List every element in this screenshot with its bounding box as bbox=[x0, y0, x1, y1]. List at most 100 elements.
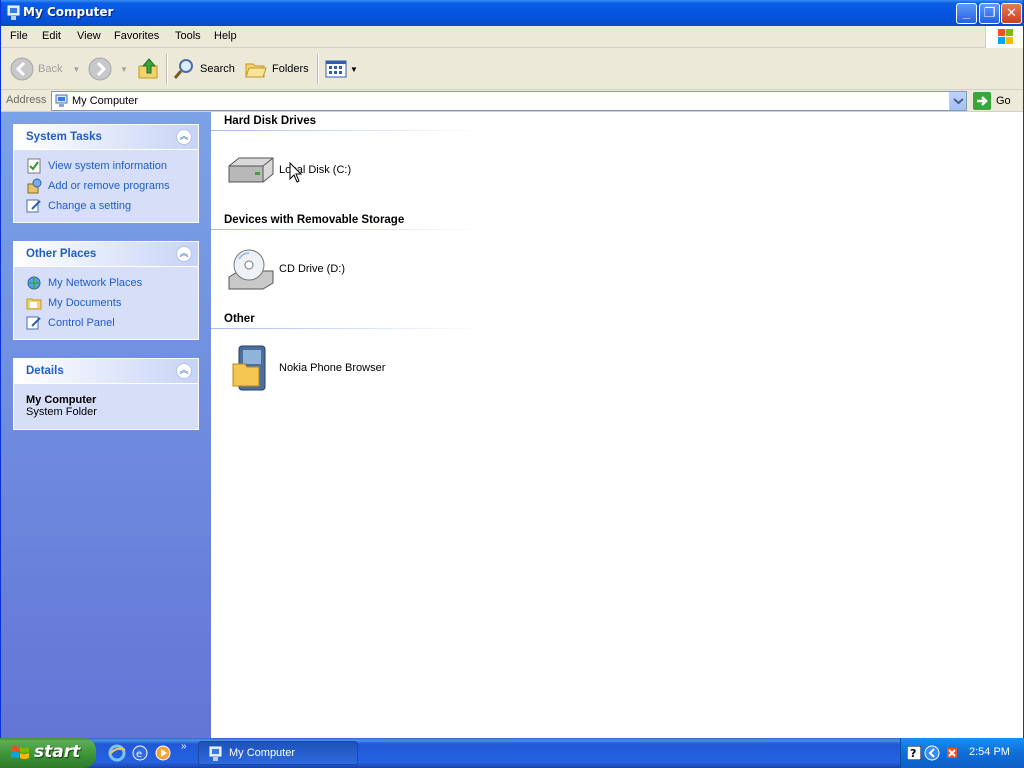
details-item-name: My Computer bbox=[26, 394, 97, 406]
up-folder-icon bbox=[138, 58, 158, 79]
group-divider bbox=[211, 229, 483, 230]
details-title: Details bbox=[26, 365, 64, 377]
start-label: start bbox=[34, 742, 81, 762]
change-setting-icon bbox=[26, 199, 41, 213]
taskbar: start e » My Computer ? 2:54 PM bbox=[0, 738, 1024, 768]
back-arrow-icon bbox=[10, 57, 34, 81]
place-my-documents[interactable]: My Documents bbox=[26, 293, 198, 313]
address-bar: Address My Computer Go bbox=[1, 90, 1023, 112]
menu-file[interactable]: File bbox=[10, 30, 28, 42]
back-dropdown-icon[interactable]: ▼ bbox=[72, 65, 80, 74]
back-button[interactable]: Back ▼ bbox=[10, 55, 80, 83]
address-input[interactable]: My Computer bbox=[51, 91, 967, 111]
maximize-button[interactable]: ❐ bbox=[979, 3, 1000, 24]
my-computer-icon bbox=[55, 94, 68, 107]
taskbar-button-label: My Computer bbox=[229, 747, 296, 759]
svg-text:?: ? bbox=[910, 747, 916, 760]
minimize-button[interactable]: _ bbox=[956, 3, 977, 24]
item-label: Nokia Phone Browser bbox=[279, 362, 386, 374]
system-info-icon bbox=[27, 158, 41, 174]
system-tasks-title: System Tasks bbox=[26, 131, 102, 143]
other-places-panel: Other Places ︽ My Network Places My Docu… bbox=[13, 241, 199, 340]
address-value: My Computer bbox=[72, 95, 139, 107]
task-label: Change a setting bbox=[48, 200, 132, 212]
collapse-chevron-icon[interactable]: ︽ bbox=[176, 129, 192, 145]
outlook-express-icon[interactable]: e bbox=[131, 744, 149, 762]
system-tray: ? 2:54 PM bbox=[900, 738, 1024, 768]
window-title: My Computer bbox=[23, 5, 114, 19]
other-places-header[interactable]: Other Places ︽ bbox=[14, 242, 198, 267]
add-remove-programs-icon bbox=[27, 178, 42, 194]
quick-launch-expand-icon[interactable]: » bbox=[181, 741, 187, 752]
other-places-title: Other Places bbox=[26, 248, 97, 260]
back-label: Back bbox=[38, 63, 63, 75]
views-dropdown-icon: ▼ bbox=[350, 64, 358, 74]
forward-dropdown-icon[interactable]: ▼ bbox=[120, 65, 128, 74]
collapse-chevron-icon[interactable]: ︽ bbox=[176, 363, 192, 379]
file-view: Hard Disk Drives Local Disk (C:) Devices… bbox=[211, 112, 1023, 738]
place-label: Control Panel bbox=[48, 317, 115, 329]
address-label: Address bbox=[6, 94, 47, 106]
details-item-type: System Folder bbox=[26, 406, 97, 418]
menu-view[interactable]: View bbox=[77, 30, 101, 42]
internet-explorer-icon[interactable] bbox=[108, 744, 126, 762]
standard-toolbar: Back ▼ ▼ Search Folders ▼ bbox=[1, 48, 1023, 90]
chevron-down-icon bbox=[953, 98, 964, 105]
folders-icon bbox=[245, 63, 267, 78]
go-arrow-icon bbox=[973, 92, 991, 110]
task-add-remove-programs[interactable]: Add or remove programs bbox=[26, 176, 198, 196]
system-tasks-panel: System Tasks ︽ View system information A… bbox=[13, 124, 199, 223]
go-label: Go bbox=[996, 95, 1011, 107]
menu-tools[interactable]: Tools bbox=[175, 30, 201, 42]
network-places-icon bbox=[27, 276, 41, 290]
task-label: Add or remove programs bbox=[48, 180, 170, 192]
system-tasks-header[interactable]: System Tasks ︽ bbox=[14, 125, 198, 150]
my-documents-icon bbox=[26, 298, 42, 310]
address-dropdown-button[interactable] bbox=[949, 92, 966, 110]
menu-edit[interactable]: Edit bbox=[42, 30, 61, 42]
search-icon bbox=[173, 59, 193, 79]
views-button[interactable]: ▼ bbox=[324, 55, 358, 83]
my-computer-icon bbox=[7, 5, 20, 20]
forward-button[interactable]: ▼ bbox=[88, 55, 128, 83]
drive-label: CD Drive (D:) bbox=[279, 263, 345, 275]
close-button[interactable]: ✕ bbox=[1001, 3, 1022, 24]
up-folder-button[interactable] bbox=[137, 55, 161, 83]
place-control-panel[interactable]: Control Panel bbox=[26, 313, 198, 333]
go-button[interactable]: Go bbox=[973, 92, 1011, 110]
item-nokia-phone-browser[interactable]: Nokia Phone Browser bbox=[225, 342, 385, 394]
my-computer-window: My Computer _ ❐ ✕ File Edit View Favorit… bbox=[0, 0, 1024, 738]
toolbar-separator bbox=[166, 54, 167, 84]
svg-text:e: e bbox=[136, 749, 142, 760]
my-computer-icon bbox=[209, 746, 222, 761]
windows-logo-icon bbox=[985, 26, 1023, 48]
title-bar[interactable]: My Computer _ ❐ ✕ bbox=[1, 0, 1023, 26]
show-hidden-icons-icon[interactable] bbox=[924, 745, 940, 761]
control-panel-icon bbox=[26, 316, 41, 330]
folders-label: Folders bbox=[272, 63, 309, 75]
security-alert-icon[interactable] bbox=[944, 745, 960, 761]
drive-cd-drive-d[interactable]: CD Drive (D:) bbox=[225, 243, 345, 295]
clock[interactable]: 2:54 PM bbox=[969, 746, 1010, 758]
mouse-cursor-icon bbox=[289, 162, 303, 183]
nokia-phone-browser-icon bbox=[232, 345, 266, 391]
search-button[interactable]: Search bbox=[172, 55, 235, 83]
media-player-icon[interactable] bbox=[154, 744, 172, 762]
group-title-removable-storage: Devices with Removable Storage bbox=[224, 214, 405, 226]
taskbar-my-computer-button[interactable]: My Computer bbox=[198, 741, 358, 765]
group-title-other: Other bbox=[224, 313, 255, 325]
forward-arrow-icon bbox=[88, 57, 112, 81]
details-header[interactable]: Details ︽ bbox=[14, 359, 198, 384]
folders-button[interactable]: Folders bbox=[244, 55, 309, 83]
start-button[interactable]: start bbox=[0, 738, 96, 768]
help-icon[interactable]: ? bbox=[907, 746, 921, 760]
group-title-hard-disk-drives: Hard Disk Drives bbox=[224, 115, 317, 127]
task-change-a-setting[interactable]: Change a setting bbox=[26, 196, 198, 216]
collapse-chevron-icon[interactable]: ︽ bbox=[176, 246, 192, 262]
menu-favorites[interactable]: Favorites bbox=[114, 30, 159, 42]
place-my-network-places[interactable]: My Network Places bbox=[26, 273, 198, 293]
task-view-system-information[interactable]: View system information bbox=[26, 156, 198, 176]
toolbar-separator bbox=[317, 54, 318, 84]
menu-help[interactable]: Help bbox=[214, 30, 237, 42]
place-label: My Network Places bbox=[48, 277, 143, 289]
